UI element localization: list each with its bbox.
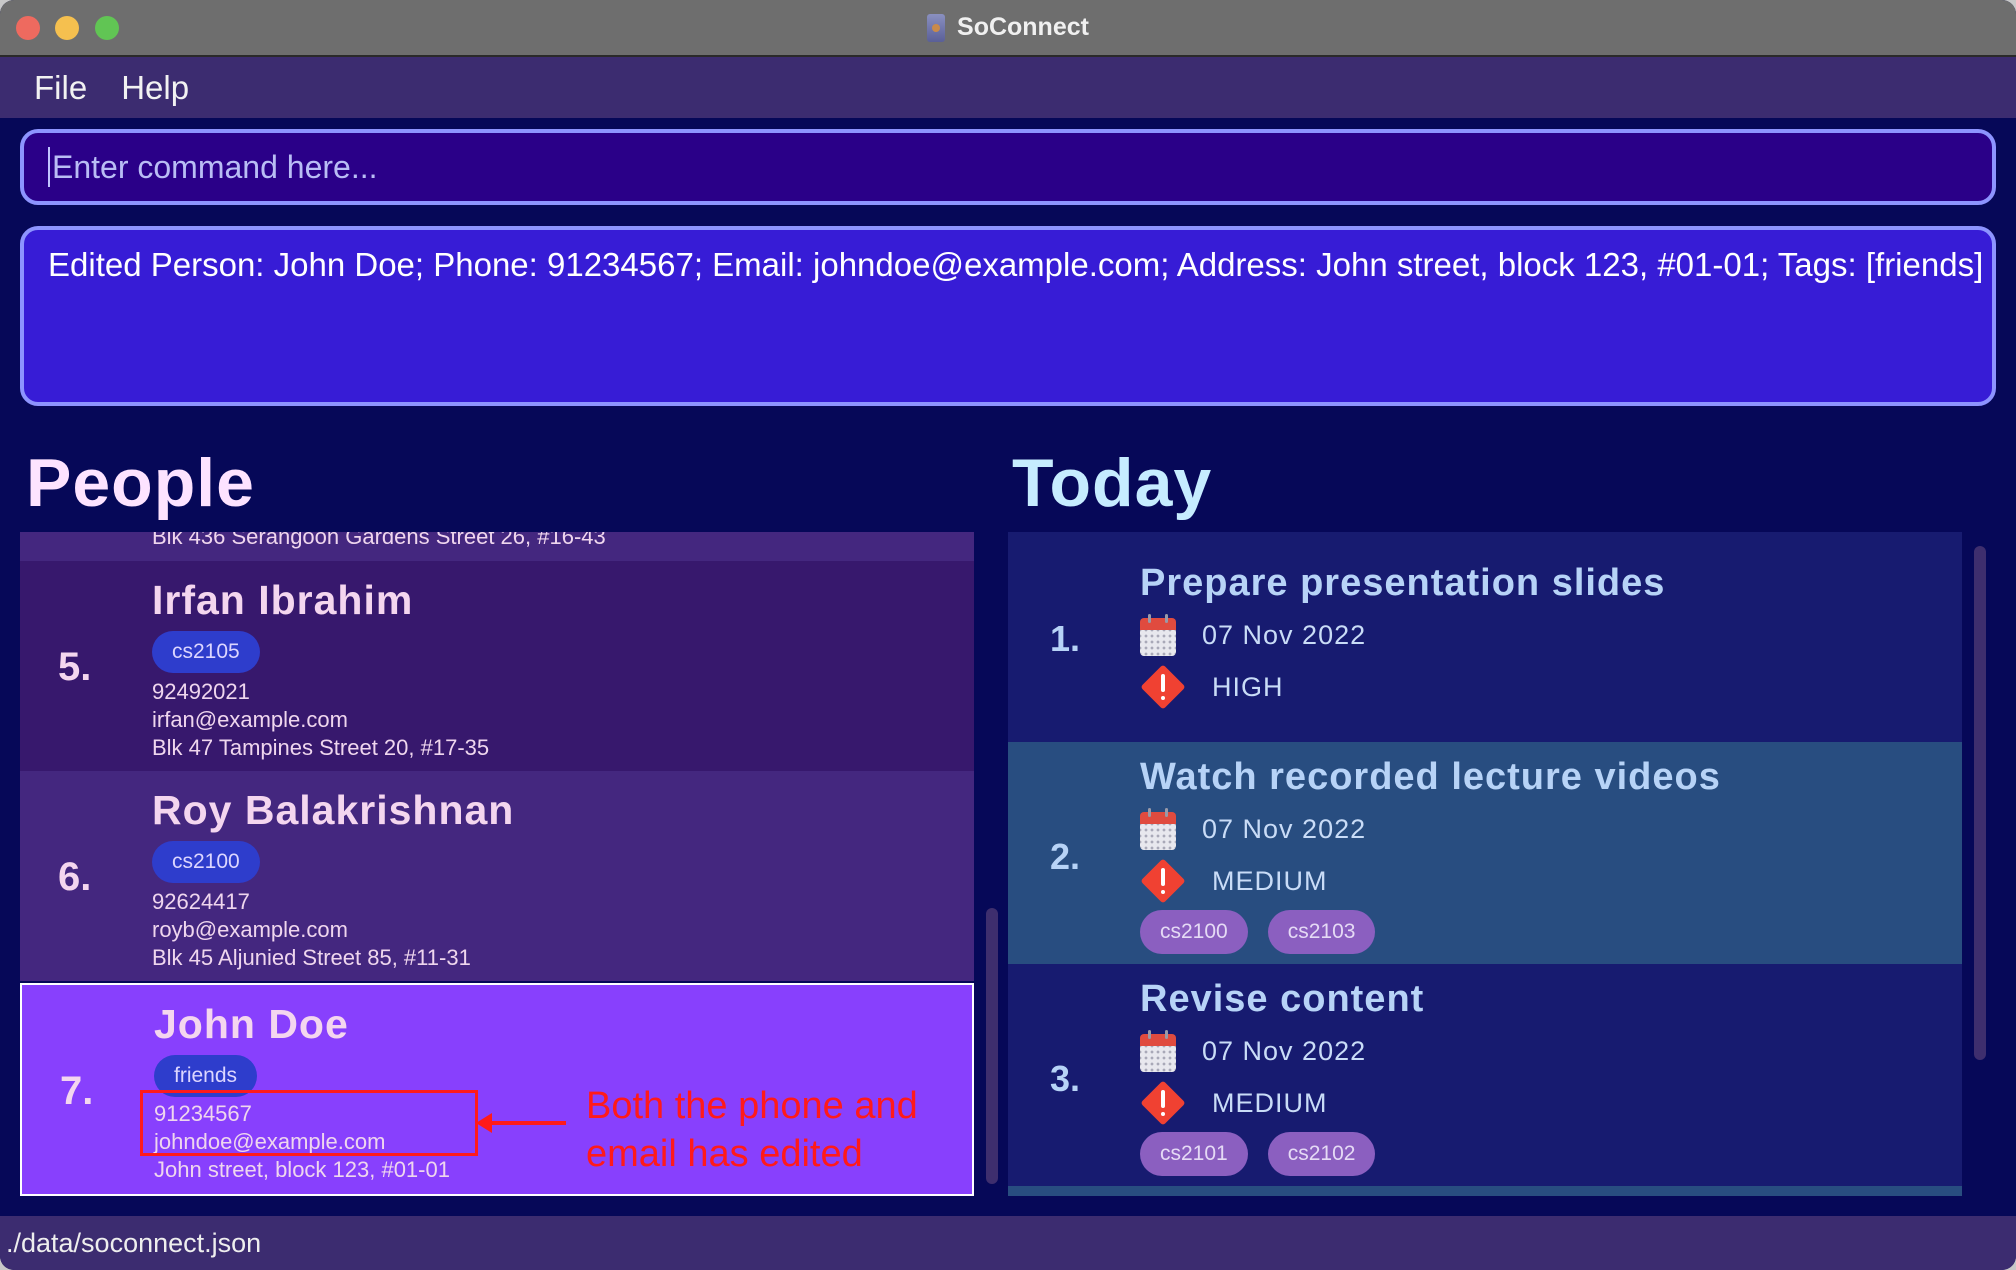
- person-tag: cs2100: [152, 841, 260, 883]
- menu-help[interactable]: Help: [121, 69, 189, 107]
- task-priority: MEDIUM: [1212, 1087, 1328, 1118]
- person-address: Blk 45 Aljunied Street 85, #11-31: [152, 945, 471, 970]
- menu-bar: File Help: [0, 57, 2016, 118]
- annotation-line-1: Both the phone and: [586, 1085, 918, 1127]
- person-address: Blk 436 Serangoon Gardens Street 26, #16…: [152, 532, 606, 549]
- task-priority-row: HIGH: [1140, 664, 1284, 710]
- task-index: 3.: [1050, 1058, 1081, 1099]
- task-priority-row: MEDIUM: [1140, 1080, 1328, 1126]
- calendar-icon: [1140, 808, 1176, 850]
- today-task-list[interactable]: 1. Prepare presentation slides 07 Nov 20…: [1008, 532, 1962, 1196]
- task-title: Prepare presentation slides: [1140, 562, 1666, 604]
- task-tag: cs2102: [1267, 1132, 1376, 1176]
- annotation-arrow-icon: [476, 1113, 566, 1133]
- task-tag: cs2103: [1267, 910, 1376, 954]
- task-tag: cs2100: [1140, 910, 1248, 954]
- priority-warning-icon: [1140, 664, 1186, 710]
- annotation-highlight-box: [140, 1090, 478, 1156]
- person-email: royb@example.com: [152, 917, 348, 942]
- command-input[interactable]: [52, 148, 1992, 186]
- text-caret: [48, 147, 50, 187]
- person-index: 6.: [58, 855, 92, 899]
- person-email: irfan@example.com: [152, 707, 348, 732]
- person-tag: cs2105: [152, 631, 260, 673]
- people-heading: People: [26, 445, 255, 521]
- person-name: Roy Balakrishnan: [152, 787, 515, 833]
- task-date-row: 07 Nov 2022: [1140, 614, 1366, 656]
- task-card-partial[interactable]: [1008, 1186, 1962, 1196]
- window-title: SoConnect: [957, 13, 1089, 41]
- annotation-text: Both the phone and email has edited: [586, 1082, 918, 1178]
- person-phone: 92624417: [152, 889, 250, 914]
- task-date-row: 07 Nov 2022: [1140, 1030, 1366, 1072]
- person-name: John Doe: [154, 1001, 349, 1047]
- person-card[interactable]: 6. Roy Balakrishnan cs2100 92624417 royb…: [20, 771, 974, 981]
- person-index: 5.: [58, 645, 92, 689]
- task-card[interactable]: 1. Prepare presentation slides 07 Nov 20…: [1008, 532, 1962, 742]
- app-icon: [927, 13, 946, 42]
- task-tag: cs2101: [1140, 1132, 1248, 1176]
- person-name: Irfan Ibrahim: [152, 577, 414, 623]
- task-priority: HIGH: [1212, 671, 1284, 702]
- title-bar: SoConnect: [0, 0, 2016, 57]
- today-heading: Today: [1012, 445, 1213, 521]
- calendar-icon: [1140, 1030, 1176, 1072]
- task-date-row: 07 Nov 2022: [1140, 808, 1366, 850]
- people-scrollbar[interactable]: [986, 908, 998, 1184]
- task-date: 07 Nov 2022: [1202, 619, 1367, 650]
- result-text: Edited Person: John Doe; Phone: 91234567…: [48, 246, 1984, 283]
- task-priority: MEDIUM: [1212, 865, 1328, 896]
- person-index: 7.: [60, 1069, 94, 1113]
- task-card[interactable]: 2. Watch recorded lecture videos 07 Nov …: [1008, 742, 1962, 964]
- task-date: 07 Nov 2022: [1202, 1035, 1367, 1066]
- data-file-path: ./data/soconnect.json: [6, 1227, 262, 1258]
- task-card[interactable]: 3. Revise content 07 Nov 2022 MEDIUM cs2…: [1008, 964, 1962, 1186]
- status-bar: ./data/soconnect.json: [0, 1216, 2016, 1270]
- result-display: Edited Person: John Doe; Phone: 91234567…: [20, 226, 1996, 406]
- today-scrollbar[interactable]: [1974, 546, 1986, 1060]
- person-phone: 92492021: [152, 679, 250, 704]
- task-tags: cs2100 cs2103: [1140, 910, 1376, 954]
- task-priority-row: MEDIUM: [1140, 858, 1328, 904]
- person-card[interactable]: 5. Irfan Ibrahim cs2105 92492021 irfan@e…: [20, 561, 974, 771]
- task-date: 07 Nov 2022: [1202, 813, 1367, 844]
- task-tags: cs2101 cs2102: [1140, 1132, 1376, 1176]
- app-window: SoConnect File Help Edited Person: John …: [0, 0, 2016, 1270]
- command-box[interactable]: [20, 129, 1996, 205]
- calendar-icon: [1140, 614, 1176, 656]
- priority-warning-icon: [1140, 858, 1186, 904]
- task-title: Revise content: [1140, 978, 1425, 1020]
- person-address: John street, block 123, #01-01: [154, 1157, 450, 1182]
- person-address: Blk 47 Tampines Street 20, #17-35: [152, 735, 490, 760]
- person-card[interactable]: Blk 436 Serangoon Gardens Street 26, #16…: [20, 532, 974, 561]
- menu-file[interactable]: File: [34, 69, 87, 107]
- priority-warning-icon: [1140, 1080, 1186, 1126]
- task-title: Watch recorded lecture videos: [1140, 756, 1721, 798]
- task-index: 1.: [1050, 618, 1081, 659]
- task-index: 2.: [1050, 836, 1081, 877]
- annotation-line-2: email has edited: [586, 1133, 863, 1175]
